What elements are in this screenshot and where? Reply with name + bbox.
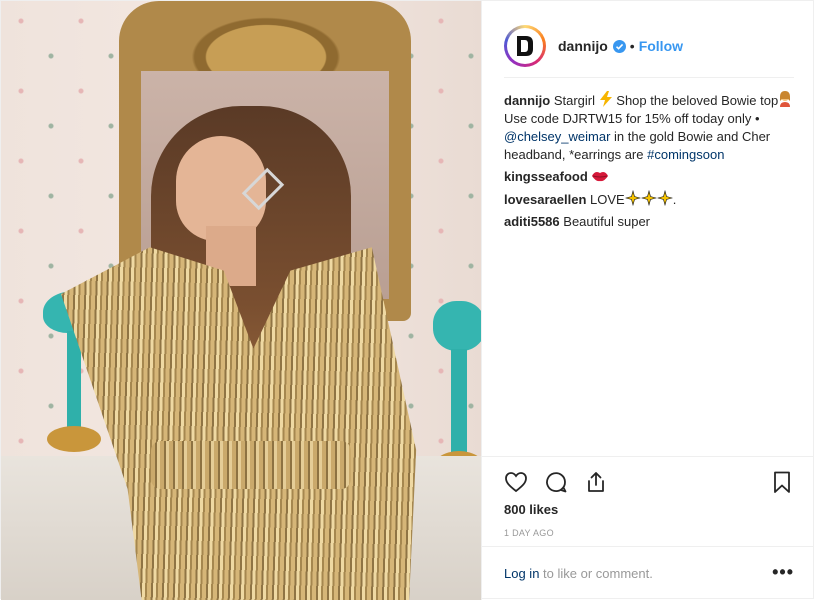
caption-hashtag[interactable]: #comingsoon [647, 147, 724, 162]
login-link[interactable]: Log in [504, 566, 539, 581]
caption-text-3: Use code DJRTW15 for 15% off today only … [504, 111, 760, 126]
follow-button[interactable]: Follow [639, 38, 683, 54]
comment-trail: . [672, 192, 677, 207]
instagram-post: dannijo • Follow dannijo Stargirl Shop t… [0, 0, 814, 600]
post-photo[interactable] [1, 1, 481, 600]
post-footer: Log in to like or comment. ••• [482, 546, 814, 601]
caption-mention[interactable]: @chelsey_weimar [504, 129, 610, 144]
comments-list: dannijo Stargirl Shop the beloved Bowie … [504, 91, 794, 235]
comment-username[interactable]: kingsseafood [504, 169, 588, 184]
comment-text: LOVE [590, 192, 625, 207]
dannijo-logo-icon [517, 36, 533, 56]
caption: dannijo Stargirl Shop the beloved Bowie … [504, 91, 794, 164]
login-prompt: Log in to like or comment. [504, 566, 653, 581]
bookmark-icon[interactable] [770, 470, 794, 494]
comment-username[interactable]: aditi5586 [504, 214, 560, 229]
comment-bubble-icon[interactable] [544, 470, 568, 494]
header-username[interactable]: dannijo [558, 38, 608, 54]
caption-text-2: Shop the beloved Bowie top [616, 93, 779, 108]
avatar[interactable] [504, 25, 546, 67]
sparkles-emoji-icon [656, 190, 673, 206]
post-header: dannijo • Follow [504, 15, 794, 78]
caption-username[interactable]: dannijo [504, 93, 550, 108]
share-icon[interactable] [584, 470, 608, 494]
login-prompt-text: to like or comment. [539, 566, 653, 581]
comment-item: kingsseafood [504, 168, 794, 186]
caption-text-1: Stargirl [553, 93, 596, 108]
post-actions [504, 467, 794, 497]
post-side-panel: dannijo • Follow dannijo Stargirl Shop t… [481, 1, 814, 600]
comment-username[interactable]: lovesaraellen [504, 192, 586, 207]
actions-divider [482, 456, 814, 457]
more-options-button[interactable]: ••• [772, 562, 794, 583]
likes-count[interactable]: 800 likes [504, 502, 558, 517]
comment-item: aditi5586 Beautiful super [504, 213, 794, 231]
lightning-emoji-icon [599, 91, 612, 107]
comment-item: lovesaraellen LOVE . [504, 190, 794, 209]
verified-badge-icon [612, 39, 626, 53]
header-separator: • [629, 38, 635, 54]
heart-icon[interactable] [504, 470, 528, 494]
sparkles-emoji-icon [640, 190, 657, 206]
post-timestamp[interactable]: 1 DAY AGO [504, 528, 554, 538]
mirror-crown [161, 1, 371, 71]
woman-emoji-icon [780, 91, 791, 107]
gold-belt [151, 441, 351, 489]
lips-emoji-icon [592, 172, 609, 182]
sparkles-emoji-icon [624, 190, 641, 206]
comment-text: Beautiful super [563, 214, 651, 229]
